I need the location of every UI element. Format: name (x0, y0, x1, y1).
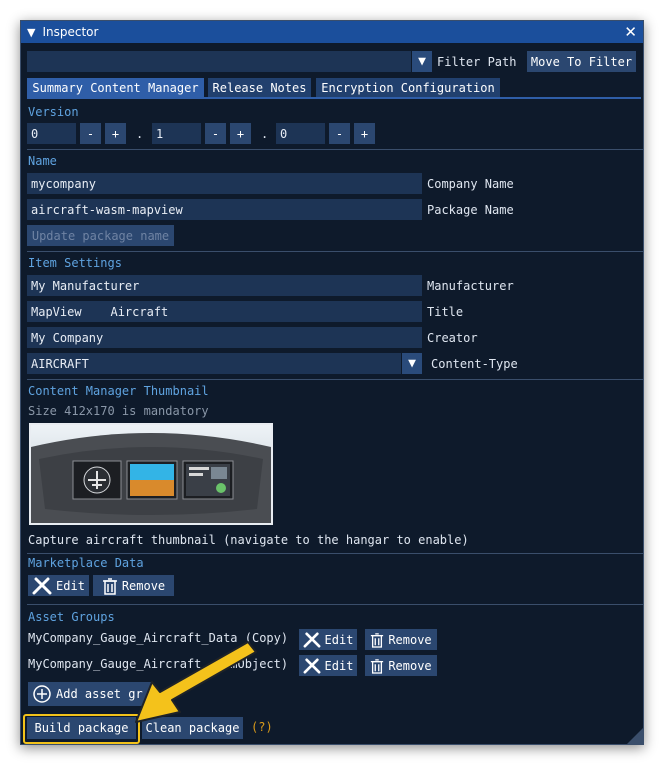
separator (27, 604, 643, 605)
trash-icon (370, 658, 384, 674)
plus-circle-icon (32, 684, 52, 704)
filter-dropdown-arrow-icon[interactable]: ▼ (412, 51, 432, 72)
version-patch-input[interactable]: 0 (276, 123, 325, 144)
tab-encryption-configuration[interactable]: Encryption Configuration (316, 78, 500, 97)
capture-thumbnail-text[interactable]: Capture aircraft thumbnail (navigate to … (28, 529, 469, 550)
edit-tools-icon (303, 657, 321, 674)
filter-path-input[interactable] (27, 51, 411, 72)
version-patch-plus-button[interactable]: + (354, 123, 375, 144)
version-patch-minus-button[interactable]: - (329, 123, 350, 144)
resize-grip-icon[interactable] (627, 728, 643, 744)
aircraft-thumbnail-image (29, 423, 273, 525)
package-name-input[interactable]: aircraft-wasm-mapview (27, 199, 422, 220)
version-major-input[interactable]: 0 (27, 123, 76, 144)
item-settings-section-title: Item Settings (28, 256, 122, 270)
thumbnail-size-hint: Size 412x170 is mandatory (28, 404, 209, 418)
asset-groups-section-title: Asset Groups (28, 610, 115, 624)
asset-group-edit-label: Edit (324, 632, 354, 647)
marketplace-section-title: Marketplace Data (28, 556, 144, 570)
creator-label: Creator (427, 330, 478, 345)
build-package-highlight (23, 714, 140, 744)
update-package-name-button[interactable]: Update package name (27, 225, 174, 246)
edit-tools-icon (303, 631, 321, 648)
version-minor-input[interactable]: 1 (152, 123, 201, 144)
filter-path-label: Filter Path (437, 54, 517, 69)
marketplace-remove-button[interactable]: Remove (93, 575, 174, 596)
version-major-minus-button[interactable]: - (80, 123, 101, 144)
inspector-window: ▼ Inspector ✕ ▼ Filter Path Move To Filt… (20, 20, 644, 745)
version-minor-plus-button[interactable]: + (230, 123, 251, 144)
version-section-title: Version (28, 105, 79, 119)
content-type-dropdown-arrow-icon[interactable]: ▼ (402, 353, 422, 374)
edit-tools-icon (32, 577, 52, 595)
company-name-input[interactable]: mycompany (27, 173, 422, 194)
content-type-select[interactable]: AIRCRAFT (27, 353, 401, 374)
company-name-label: Company Name (427, 176, 514, 191)
asset-group-remove-button[interactable]: Remove (365, 655, 437, 676)
trash-icon (370, 632, 384, 648)
marketplace-edit-button[interactable]: Edit (28, 575, 89, 596)
name-section-title: Name (28, 154, 57, 168)
marketplace-edit-label: Edit (56, 578, 85, 593)
content-type-label: Content-Type (431, 356, 518, 371)
marketplace-remove-label: Remove (121, 578, 166, 593)
separator (27, 251, 643, 252)
version-dot: . (261, 126, 269, 141)
title-input[interactable]: MapView Aircraft (27, 301, 422, 322)
version-minor-minus-button[interactable]: - (205, 123, 226, 144)
move-to-filter-button[interactable]: Move To Filter (527, 51, 636, 72)
separator (27, 379, 643, 380)
title-label: Title (427, 304, 464, 319)
package-name-label: Package Name (427, 202, 514, 217)
asset-group-remove-label: Remove (388, 632, 432, 647)
separator (27, 149, 643, 150)
trash-icon (102, 577, 118, 595)
asset-group-edit-button[interactable]: Edit (299, 655, 357, 676)
tab-release-notes[interactable]: Release Notes (208, 78, 311, 97)
close-icon[interactable]: ✕ (624, 23, 637, 41)
window-title: Inspector (42, 25, 99, 39)
manufacturer-input[interactable]: My Manufacturer (27, 275, 422, 296)
creator-input[interactable]: My Company (27, 327, 422, 348)
tab-underline (27, 97, 641, 99)
asset-group-remove-label: Remove (388, 658, 432, 673)
asset-group-remove-button[interactable]: Remove (365, 629, 437, 650)
manufacturer-label: Manufacturer (427, 278, 514, 293)
separator (27, 553, 643, 554)
title-bar[interactable]: ▼ Inspector ✕ (21, 21, 643, 43)
asset-group-edit-button[interactable]: Edit (299, 629, 357, 650)
tab-summary-content-manager[interactable]: Summary Content Manager (27, 78, 204, 97)
version-dot: . (136, 126, 144, 141)
thumbnail-section-title: Content Manager Thumbnail (28, 384, 209, 398)
collapse-triangle-icon[interactable]: ▼ (27, 26, 35, 39)
callout-arrow-icon (135, 641, 257, 723)
version-major-plus-button[interactable]: + (105, 123, 126, 144)
asset-group-edit-label: Edit (324, 658, 354, 673)
